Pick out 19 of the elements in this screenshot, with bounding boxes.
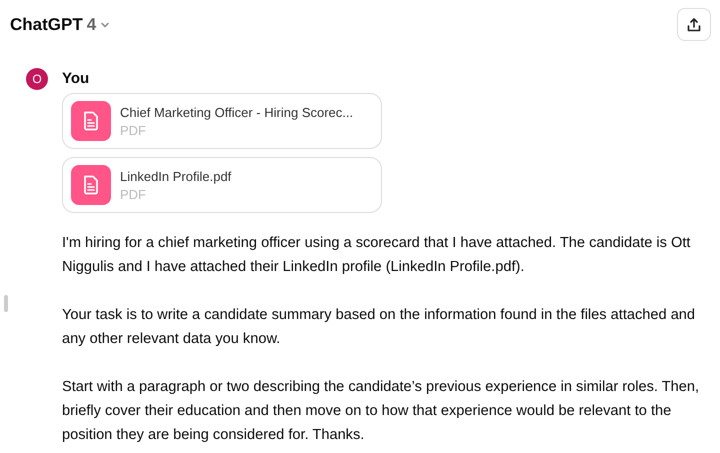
- user-avatar: O: [26, 68, 48, 90]
- model-name: ChatGPT: [10, 14, 83, 34]
- message-paragraph: Your task is to write a candidate summary based on the information found in the files attached and any other relevant data you know.: [62, 306, 696, 349]
- model-version: 4: [86, 14, 96, 34]
- message-paragraph: Start with a paragraph or two describing the candidate’s previous experience in similar roles. Then, briefly cover their education and then move on to how that experience would be relevant to the position they are being considered for. Thanks.: [62, 378, 700, 445]
- file-attachment[interactable]: Chief Marketing Officer - Hiring Scorec... PDF: [62, 93, 382, 149]
- file-name: Chief Marketing Officer - Hiring Scorec...: [120, 104, 354, 120]
- file-type: PDF: [120, 186, 147, 202]
- message-paragraph: I'm hiring for a chief marketing officer using a scorecard that I have attached. The candidate is Ott Niggulis and I have attached their LinkedIn profile (LinkedIn Profile.pdf).: [62, 234, 692, 277]
- file-attachment[interactable]: LinkedIn Profile.pdf PDF: [62, 157, 382, 213]
- file-name: LinkedIn Profile.pdf: [120, 168, 232, 184]
- document-icon: [71, 165, 111, 205]
- model-selector[interactable]: ChatGPT 4: [10, 14, 110, 34]
- scroll-grip[interactable]: [4, 295, 8, 312]
- author-name: You: [62, 70, 90, 87]
- file-type: PDF: [120, 122, 147, 138]
- document-icon: [71, 101, 111, 141]
- share-icon: [686, 16, 702, 32]
- share-button[interactable]: [677, 8, 711, 41]
